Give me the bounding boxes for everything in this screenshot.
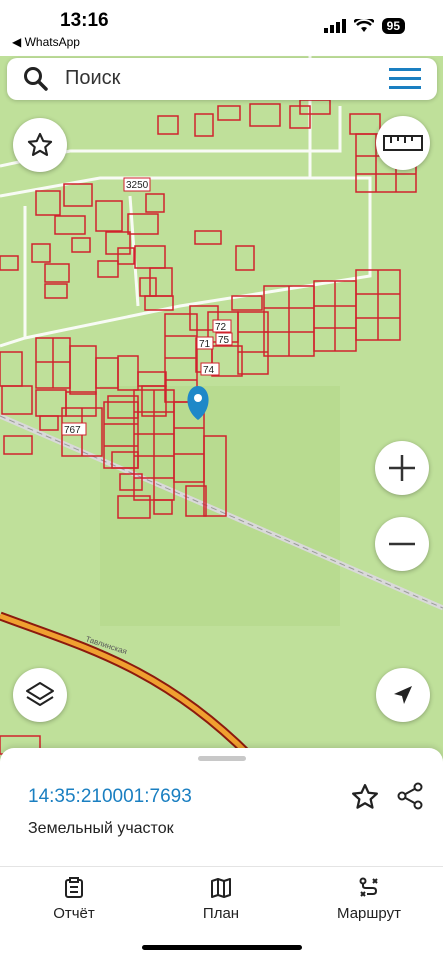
tab-plan-label: План bbox=[202, 905, 240, 922]
sheet-drag-handle[interactable] bbox=[198, 756, 246, 761]
parcel-info-sheet[interactable]: 14:35:210001:7693 Земельный участок bbox=[0, 748, 443, 866]
ruler-icon bbox=[383, 135, 423, 151]
zoom-in-button[interactable] bbox=[375, 441, 429, 495]
layers-button[interactable] bbox=[13, 668, 67, 722]
map-label-71: 71 bbox=[199, 339, 211, 350]
star-icon bbox=[27, 132, 53, 156]
share-icon[interactable] bbox=[396, 782, 424, 810]
ruler-button[interactable] bbox=[376, 116, 430, 170]
cellular-signal-icon bbox=[323, 19, 346, 33]
battery-indicator: 95 bbox=[381, 18, 405, 34]
tab-plan[interactable]: План bbox=[161, 877, 281, 922]
hamburger-menu-icon[interactable] bbox=[389, 68, 421, 90]
map-label-72: 72 bbox=[215, 322, 227, 333]
clock: 13:16 bbox=[60, 10, 109, 31]
map-label-3250: 3250 bbox=[126, 180, 149, 191]
report-icon bbox=[65, 877, 83, 898]
minus-icon bbox=[389, 542, 415, 546]
plus-icon bbox=[389, 455, 415, 481]
my-location-button[interactable] bbox=[376, 668, 430, 722]
map-icon bbox=[211, 878, 231, 898]
route-icon bbox=[359, 877, 378, 897]
map-canvas[interactable]: 3250 72 71 75 74 767 Тавлинская bbox=[0, 56, 443, 766]
tab-report[interactable]: Отчёт bbox=[14, 877, 134, 922]
search-bar[interactable]: Поиск bbox=[7, 58, 437, 100]
map-label-767: 767 bbox=[64, 425, 81, 436]
search-input[interactable]: Поиск bbox=[65, 67, 120, 90]
zoom-out-button[interactable] bbox=[375, 517, 429, 571]
back-to-app-link[interactable]: ◀ WhatsApp bbox=[12, 35, 80, 49]
star-icon[interactable] bbox=[350, 782, 380, 812]
map-view[interactable]: 3250 72 71 75 74 767 Тавлинская bbox=[0, 56, 443, 766]
navigation-arrow-icon bbox=[394, 686, 412, 704]
search-icon[interactable] bbox=[23, 66, 49, 92]
wifi-icon bbox=[353, 19, 374, 32]
map-label-74: 74 bbox=[203, 365, 215, 376]
layers-icon bbox=[26, 682, 54, 706]
parcel-type: Земельный участок bbox=[28, 820, 174, 837]
tab-route-label: Маршрут bbox=[337, 905, 401, 922]
map-label-75: 75 bbox=[218, 335, 230, 346]
status-bar: 13:16 ◀ WhatsApp 95 bbox=[0, 0, 443, 56]
tab-report-label: Отчёт bbox=[53, 905, 95, 922]
tab-route[interactable]: Маршрут bbox=[309, 877, 429, 922]
home-indicator[interactable] bbox=[142, 945, 302, 950]
favorites-button[interactable] bbox=[13, 118, 67, 172]
cadastral-number[interactable]: 14:35:210001:7693 bbox=[28, 786, 192, 808]
status-icons: 95 bbox=[323, 18, 405, 34]
